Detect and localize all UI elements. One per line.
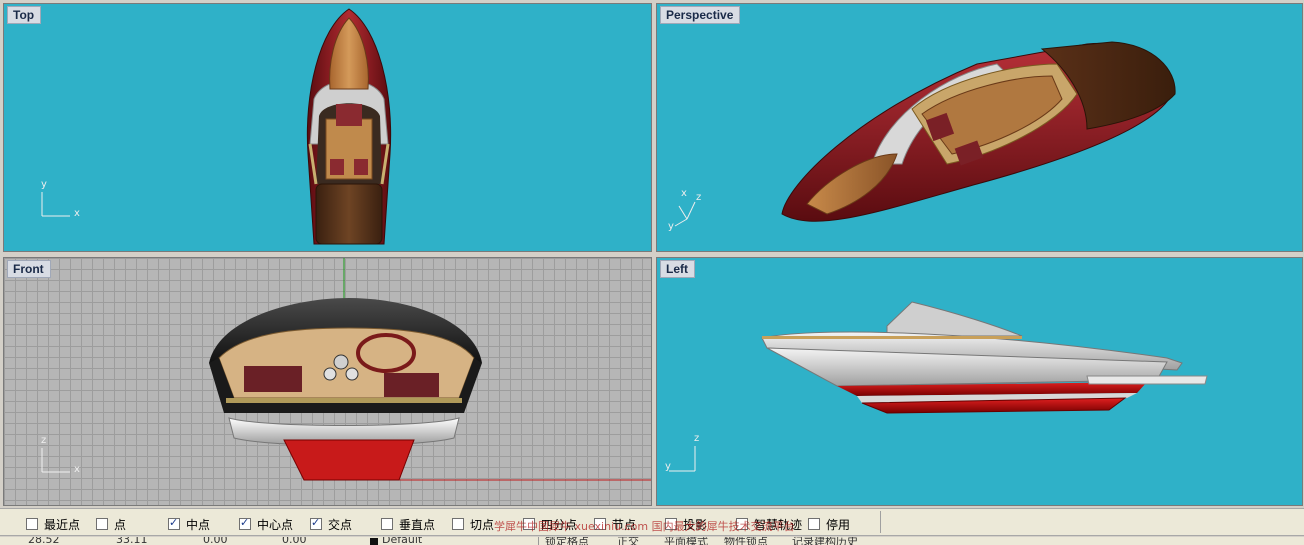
axis-label-y: y	[41, 179, 47, 190]
axis-label-y: y	[665, 461, 671, 472]
axis-triad-perspective	[674, 201, 696, 227]
osnap-tangent[interactable]: 切点	[452, 516, 494, 532]
axis-triad-front	[41, 448, 70, 473]
toolbar-divider	[880, 511, 881, 533]
axis-triad-left	[669, 446, 696, 472]
coord-y: 33.11	[116, 537, 148, 545]
viewport-left[interactable]: Left z y	[656, 257, 1303, 506]
osnap-perpendicular-checkbox[interactable]	[381, 518, 393, 530]
axis-label-x: x	[74, 208, 80, 219]
viewport-title-left[interactable]: Left	[660, 260, 695, 278]
left-view-boat	[669, 301, 1208, 472]
snap-toggle[interactable]: 锁定格点	[545, 537, 589, 545]
osnap-disable-checkbox[interactable]	[808, 518, 820, 530]
osnap-nearest[interactable]: 最近点	[26, 516, 80, 532]
osnap-perpendicular[interactable]: 垂直点	[381, 516, 435, 532]
layer-name[interactable]: Default	[382, 537, 422, 545]
axis-label-x: x	[681, 188, 687, 199]
status-bar: 28.52 33.11 0.00 0.00 Default 锁定格点 正交 平面…	[0, 537, 1304, 545]
coord-z: 0.00	[203, 537, 228, 545]
viewport-top[interactable]: Top x y	[3, 3, 652, 252]
osnap-nearest-checkbox[interactable]	[26, 518, 38, 530]
viewport-perspective[interactable]: Perspective x z y	[656, 3, 1303, 252]
viewport-front[interactable]: Front x z	[3, 257, 652, 506]
layer-swatch[interactable]	[370, 538, 378, 545]
osnap-intersection[interactable]: 交点	[310, 516, 352, 532]
osnap-midpoint-checkbox[interactable]	[168, 516, 180, 530]
perspective-view-boat	[674, 41, 1176, 227]
axis-label-x: x	[74, 464, 80, 475]
osnap-tangent-checkbox[interactable]	[452, 518, 464, 530]
osnap-midpoint[interactable]: 中点	[168, 516, 210, 532]
osnap-center[interactable]: 中心点	[239, 516, 293, 532]
osnap-disable[interactable]: 停用	[808, 516, 850, 532]
viewport-title-front[interactable]: Front	[7, 260, 51, 278]
front-view-boat	[41, 258, 651, 481]
coord-x: 28.52	[28, 537, 60, 545]
axis-triad-top	[41, 192, 70, 217]
watermark-text: 学犀牛中国犀牛 xuexiniu.com 国内最大的犀牛技术交流平台	[494, 520, 795, 533]
axis-label-z: z	[41, 435, 47, 446]
osnap-toolbar: 最近点 点 中点 中心点 交点 垂直点 切点 四分点 节点 投影 智慧轨迹 停用…	[0, 508, 1304, 536]
axis-label-z: z	[696, 192, 702, 203]
axis-label-y: y	[668, 221, 674, 232]
axis-label-z: z	[694, 433, 700, 444]
coord-z2: 0.00	[282, 537, 307, 545]
top-view-boat	[41, 8, 392, 245]
history-toggle[interactable]: 记录建构历史	[792, 537, 858, 545]
ortho-toggle[interactable]: 正交	[617, 537, 639, 545]
osnap-point[interactable]: 点	[96, 516, 126, 532]
osnap-point-checkbox[interactable]	[96, 518, 108, 530]
osnap-toggle[interactable]: 物件锁点	[724, 537, 768, 545]
osnap-intersection-checkbox[interactable]	[310, 516, 322, 530]
status-divider	[538, 537, 539, 545]
planar-toggle[interactable]: 平面模式	[664, 537, 708, 545]
viewport-title-top[interactable]: Top	[7, 6, 42, 24]
rhino-window: Top x y Perspective x z y Front x z Left…	[0, 0, 1304, 545]
osnap-center-checkbox[interactable]	[239, 516, 251, 530]
viewport-title-perspective[interactable]: Perspective	[660, 6, 741, 24]
